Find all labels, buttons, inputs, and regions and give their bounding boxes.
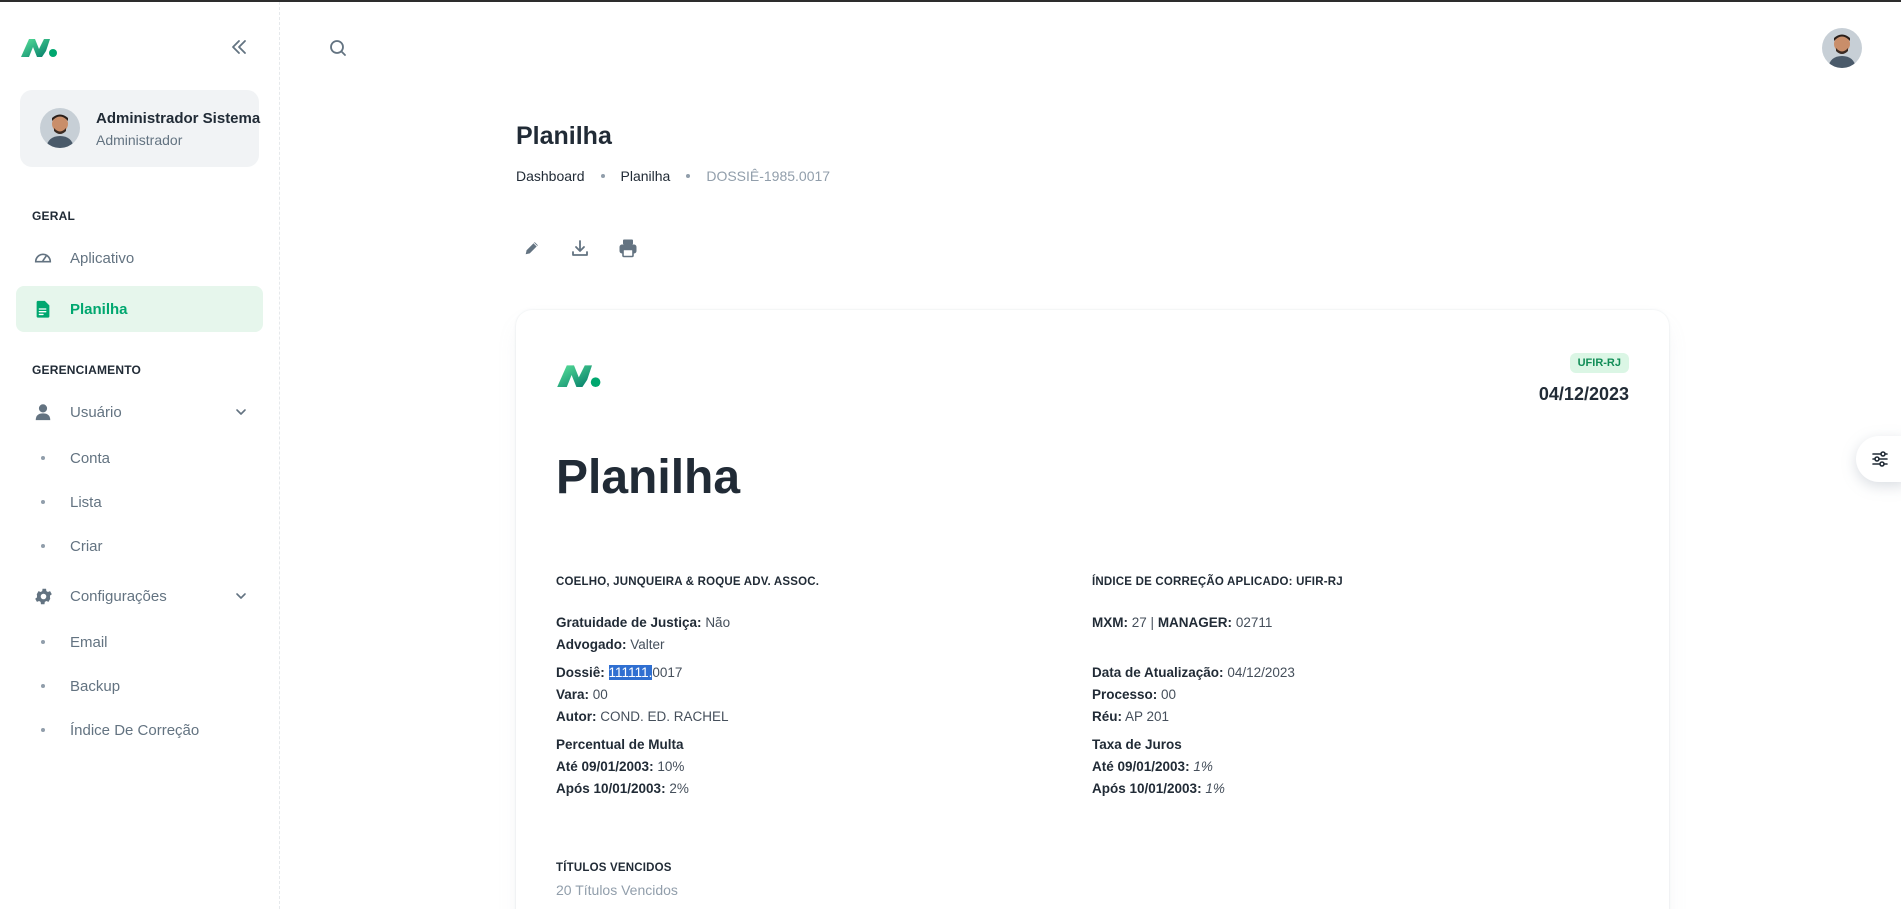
chevron-down-icon [236, 409, 246, 415]
juros-title: Taxa de Juros [1092, 737, 1182, 752]
multa-ate-row: Até 09/01/2003: 10% [556, 759, 685, 774]
gratuidade-row: Gratuidade de Justiça: Não [556, 615, 731, 630]
mxm-row: MXM: 27 | MANAGER: 02711 [1092, 615, 1273, 630]
sidebar-subitem-backup[interactable]: Backup [16, 668, 263, 704]
settings-drawer-button[interactable] [1856, 436, 1901, 482]
sidebar-subitem-indice-correcao[interactable]: Índice De Correção [16, 712, 263, 748]
bullet-icon [41, 544, 45, 548]
dossie-row: Dossiê: 111111.0017 [556, 665, 683, 680]
juros-apos-row: Após 10/01/2003: 1% [1092, 781, 1225, 796]
window-top-border [0, 0, 1901, 2]
user-card[interactable]: Administrador Sistema Administrador [20, 90, 261, 167]
sidebar: Administrador Sistema Administrador GERA… [0, 2, 280, 909]
sidebar-subitem-label: Backup [70, 677, 121, 695]
firm-heading: COELHO, JUNQUEIRA & ROQUE ADV. ASSOC. [556, 576, 820, 588]
sidebar-subitem-criar[interactable]: Criar [16, 528, 263, 564]
bullet-icon [41, 684, 45, 688]
user-role: Administrador [96, 132, 183, 148]
right-column: ÍNDICE DE CORREÇÃO APLICADO: UFIR-RJ MXM… [1092, 576, 1612, 800]
page-title: Planilha [516, 122, 612, 150]
bullet-icon [41, 728, 45, 732]
section-title-geral: GERAL [32, 209, 75, 223]
autor-row: Autor: COND. ED. RACHEL [556, 709, 729, 724]
selected-text: 111111. [608, 665, 653, 680]
sidebar-subitem-conta[interactable]: Conta [16, 440, 263, 476]
breadcrumb-current: DOSSIÊ-1985.0017 [706, 168, 831, 184]
avatar[interactable] [40, 108, 80, 148]
sidebar-subitem-label: Índice De Correção [70, 721, 200, 739]
sidebar-subitem-label: Conta [70, 449, 111, 467]
search-icon[interactable] [328, 38, 348, 58]
titulos-section: TÍTULOS VENCIDOS 20 Títulos Vencidos [556, 862, 678, 898]
user-icon [32, 401, 54, 423]
print-button[interactable] [616, 236, 640, 260]
titulos-heading: TÍTULOS VENCIDOS [556, 862, 672, 874]
sidebar-subitem-email[interactable]: Email [16, 624, 263, 660]
atualizacao-row: Data de Atualização: 04/12/2023 [1092, 665, 1295, 680]
processo-row: Processo: 00 [1092, 687, 1177, 702]
invoice-paper: UFIR-RJ 04/12/2023 Planilha COELHO, JUNQ… [516, 310, 1669, 909]
advogado-row: Advogado: Valter [556, 637, 665, 652]
sidebar-item-label: Configurações [70, 587, 167, 605]
pencil-icon [525, 242, 538, 255]
sidebar-subitem-lista[interactable]: Lista [16, 484, 263, 520]
breadcrumb: Dashboard Planilha DOSSIÊ-1985.0017 [516, 168, 830, 184]
user-name: Administrador Sistema [96, 110, 261, 127]
edit-button[interactable] [520, 236, 544, 260]
vara-row: Vara: 00 [556, 687, 608, 702]
printer-icon [619, 239, 637, 258]
bullet-icon [41, 456, 45, 460]
juros-ate-row: Até 09/01/2003: 1% [1092, 759, 1213, 774]
sidebar-item-usuario[interactable]: Usuário [16, 389, 263, 435]
bullet-icon [41, 500, 45, 504]
sidebar-subitem-label: Criar [70, 537, 103, 555]
download-button[interactable] [568, 236, 592, 260]
gear-icon [32, 585, 54, 607]
reu-row: Réu: AP 201 [1092, 709, 1170, 724]
breadcrumb-dashboard[interactable]: Dashboard [516, 168, 585, 184]
sliders-icon [1872, 451, 1888, 467]
sidebar-item-label: Usuário [70, 403, 122, 421]
sidebar-item-planilha[interactable]: Planilha [16, 286, 263, 332]
sidebar-item-aplicativo[interactable]: Aplicativo [16, 235, 263, 281]
status-badge: UFIR-RJ [1569, 353, 1629, 373]
download-icon [572, 240, 588, 256]
left-column: COELHO, JUNQUEIRA & ROQUE ADV. ASSOC. Gr… [556, 576, 1076, 800]
multa-title: Percentual de Multa [556, 737, 684, 752]
dashboard-icon [32, 247, 54, 269]
file-icon [32, 298, 54, 320]
sidebar-subitem-label: Email [70, 633, 108, 651]
app-logo-icon[interactable] [20, 35, 60, 59]
breadcrumb-separator [686, 174, 691, 178]
multa-apos-row: Após 10/01/2003: 2% [556, 781, 689, 796]
index-heading: ÍNDICE DE CORREÇÃO APLICADO: UFIR-RJ [1092, 576, 1343, 588]
document-date: 04/12/2023 [1538, 384, 1629, 404]
bullet-icon [41, 640, 45, 644]
sidebar-item-label: Planilha [70, 300, 128, 318]
breadcrumb-planilha[interactable]: Planilha [621, 168, 671, 184]
sidebar-item-configuracoes[interactable]: Configurações [16, 573, 263, 619]
app-logo-icon [557, 365, 601, 387]
sidebar-item-label: Aplicativo [70, 249, 135, 267]
chevron-down-icon [236, 593, 246, 599]
collapse-sidebar-icon[interactable] [229, 37, 249, 57]
titulos-count: 20 Títulos Vencidos [556, 882, 678, 898]
section-title-gerenciamento: GERENCIAMENTO [32, 363, 142, 377]
document-title: Planilha [556, 451, 741, 504]
toolbar [520, 236, 640, 260]
sidebar-subitem-label: Lista [70, 493, 102, 511]
account-avatar[interactable] [1822, 28, 1862, 68]
breadcrumb-separator [600, 174, 605, 178]
